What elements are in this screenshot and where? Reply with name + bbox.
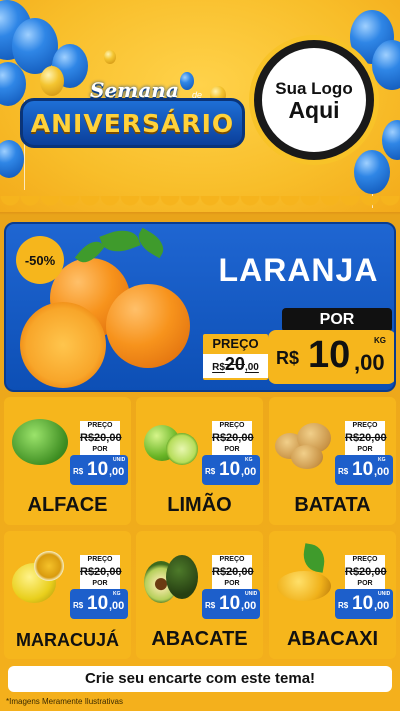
new-price-label: POR	[212, 579, 252, 589]
passion-fruit-half-icon	[34, 551, 64, 581]
price-decimal: ,00	[109, 466, 125, 478]
old-price-value: R$20,00	[212, 565, 254, 579]
price-integer: 10	[219, 593, 241, 614]
price-decimal: ,00	[374, 600, 390, 612]
new-price-label: POR	[345, 579, 385, 589]
pineapple-icon	[277, 571, 331, 601]
old-price-label: PREÇO	[80, 555, 120, 565]
featured-product-name: LARANJA	[218, 252, 379, 288]
old-price-value: R$20,00	[345, 565, 387, 579]
lime-icon	[166, 433, 198, 465]
balloon-icon	[354, 150, 390, 194]
leaf-icon	[99, 224, 141, 258]
price-unit: KG	[374, 336, 386, 345]
old-price-label: PREÇO	[345, 421, 385, 431]
old-price-label: PREÇO	[345, 555, 385, 565]
store-logo-placeholder[interactable]: Sua Logo Aqui	[254, 40, 374, 160]
new-price: R$ 10 ,00 UNID	[335, 589, 393, 619]
price-integer: 10	[219, 459, 241, 480]
price-currency: R$	[338, 467, 349, 476]
new-price: R$ 10 ,00 UNID	[202, 589, 260, 619]
new-price-label: POR	[212, 445, 252, 455]
price-currency: R$	[205, 601, 216, 610]
discount-badge: -50%	[16, 236, 64, 284]
flyer-page: Semana de ANIVERSÁRIO Sua Logo Aqui -50%…	[0, 0, 400, 711]
product-card-limao[interactable]: PREÇO R$20,00 POR R$ 10 ,00 KG LIMÃO	[136, 397, 263, 525]
price-decimal: ,00	[241, 466, 257, 478]
price-decimal: ,00	[374, 466, 390, 478]
orange-fruit-icon	[106, 284, 190, 368]
title-aniversario-plate: ANIVERSÁRIO	[20, 98, 245, 148]
potato-icon	[291, 445, 323, 469]
new-price-label: POR	[282, 308, 392, 332]
old-price-label: PREÇO	[80, 421, 120, 431]
product-name: MARACUJÁ	[16, 630, 119, 650]
new-price: R$ 10 ,00 KG	[70, 589, 128, 619]
new-price-label: POR	[345, 445, 385, 455]
orange-slice-icon	[20, 302, 106, 388]
price-unit: UNID	[378, 591, 391, 597]
product-card-alface[interactable]: PREÇO R$20,00 POR R$ 10 ,00 UNID ALFACE	[4, 397, 131, 525]
price-unit: KG	[113, 591, 121, 597]
images-disclaimer: *Imagens Meramente Ilustrativas	[6, 697, 123, 706]
price-integer: 10	[352, 459, 374, 480]
product-name: BATATA	[294, 494, 371, 516]
price-integer: 10	[87, 459, 109, 480]
lettuce-icon	[12, 419, 68, 465]
pineapple-leaves-icon	[300, 543, 328, 573]
price-integer: 10	[308, 334, 351, 376]
featured-old-price: PREÇO R$20,00	[203, 334, 268, 380]
product-name: ABACATE	[151, 628, 248, 650]
balloon-icon	[104, 50, 116, 64]
header-banner: Semana de ANIVERSÁRIO Sua Logo Aqui	[0, 0, 400, 212]
balloon-icon	[372, 40, 400, 90]
product-name: ABACAXI	[286, 628, 379, 650]
price-decimal: ,00	[241, 600, 257, 612]
new-price: R$ 10 ,00 KG	[335, 455, 393, 485]
price-decimal: ,00	[109, 600, 125, 612]
price-currency: R$	[338, 601, 349, 610]
old-price-value: R$20,00	[203, 354, 268, 378]
price-currency: R$	[73, 601, 84, 610]
event-title: Semana de ANIVERSÁRIO	[20, 78, 245, 158]
product-grid: PREÇO R$20,00 POR R$ 10 ,00 UNID ALFACE …	[4, 397, 396, 663]
old-price-label: PREÇO	[212, 336, 259, 351]
price-currency: R$	[276, 348, 300, 368]
old-price-label: PREÇO	[212, 421, 252, 431]
old-price-value: R$20,00	[212, 431, 254, 445]
price-integer: 10	[352, 593, 374, 614]
new-price-label: POR	[80, 579, 120, 589]
price-unit: KG	[245, 457, 253, 463]
price-unit: UNID	[245, 591, 258, 597]
product-name: ALFACE	[27, 494, 108, 516]
price-unit: UNID	[113, 457, 126, 463]
avocado-icon	[166, 555, 198, 599]
old-price-value: R$20,00	[80, 565, 122, 579]
old-price-label: PREÇO	[212, 555, 252, 565]
logo-line1: Sua Logo	[275, 78, 353, 98]
create-flyer-cta[interactable]: Crie seu encarte com este tema!	[8, 666, 392, 692]
product-card-abacaxi[interactable]: PREÇO R$20,00 POR R$ 10 ,00 UNID ABACAXI	[269, 531, 396, 659]
new-price: R$ 10 ,00 UNID	[70, 455, 128, 485]
price-decimal: ,00	[354, 350, 385, 375]
header-scallop-edge	[0, 196, 400, 216]
old-price-value: R$20,00	[345, 431, 387, 445]
new-price-label: POR	[80, 445, 120, 455]
old-price-value: R$20,00	[80, 431, 122, 445]
featured-product-card[interactable]: -50% LARANJA PREÇO R$20,00 POR R$ 10 ,00…	[4, 222, 396, 392]
logo-line2: Aqui	[288, 96, 340, 123]
product-card-maracuja[interactable]: PREÇO R$20,00 POR R$ 10 ,00 KG MARACUJÁ	[4, 531, 131, 659]
new-price: R$ 10 ,00 KG	[202, 455, 260, 485]
product-name: LIMÃO	[167, 494, 232, 516]
title-aniversario: ANIVERSÁRIO	[30, 108, 235, 138]
product-card-abacate[interactable]: PREÇO R$20,00 POR R$ 10 ,00 UNID ABACATE	[136, 531, 263, 659]
balloon-icon	[382, 120, 400, 160]
price-integer: 10	[87, 593, 109, 614]
price-unit: KG	[378, 457, 386, 463]
price-currency: R$	[205, 467, 216, 476]
featured-new-price: R$ 10 ,00 KG	[268, 330, 394, 384]
price-currency: R$	[73, 467, 84, 476]
product-card-batata[interactable]: PREÇO R$20,00 POR R$ 10 ,00 KG BATATA	[269, 397, 396, 525]
